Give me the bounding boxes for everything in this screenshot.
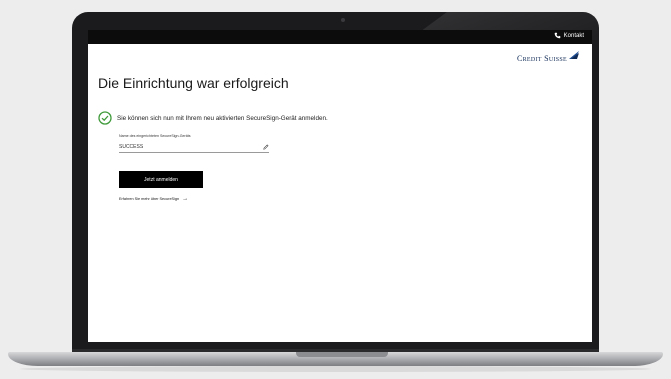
success-message-row: Sie können sich nun mit Ihrem neu aktivi… <box>98 111 328 125</box>
laptop-screen: Kontakt Credit Suisse Die Einrichtung wa… <box>88 30 592 342</box>
device-name-field[interactable]: SUCCESS <box>119 142 269 153</box>
laptop-notch <box>296 352 388 357</box>
learn-more-label: Erfahren Sie mehr über SecureSign <box>119 197 180 201</box>
credit-suisse-logo[interactable]: Credit Suisse <box>516 51 580 63</box>
success-message: Sie können sich nun mit Ihrem neu aktivi… <box>117 114 328 122</box>
logo-text: Credit Suisse <box>516 54 567 63</box>
page-title: Die Einrichtung war erfolgreich <box>98 75 289 91</box>
arrow-right-icon: → <box>182 196 189 202</box>
contact-link[interactable]: Kontakt <box>554 32 584 39</box>
device-name-label: Name des eingerichteten SecureSign-Gerät… <box>119 134 191 138</box>
learn-more-link[interactable]: Erfahren Sie mehr über SecureSign → <box>119 196 189 202</box>
checkmark-circle-icon <box>98 111 112 125</box>
webcam <box>341 18 345 22</box>
contact-label: Kontakt <box>563 32 584 39</box>
credit-suisse-sails-icon <box>569 51 579 59</box>
device-name-value: SUCCESS <box>119 144 144 150</box>
login-now-button[interactable]: Jetzt anmelden <box>119 171 203 188</box>
laptop-shadow <box>20 366 651 372</box>
phone-icon <box>554 32 560 39</box>
top-bar: Kontakt <box>88 30 592 44</box>
edit-pencil-icon[interactable] <box>263 144 269 150</box>
